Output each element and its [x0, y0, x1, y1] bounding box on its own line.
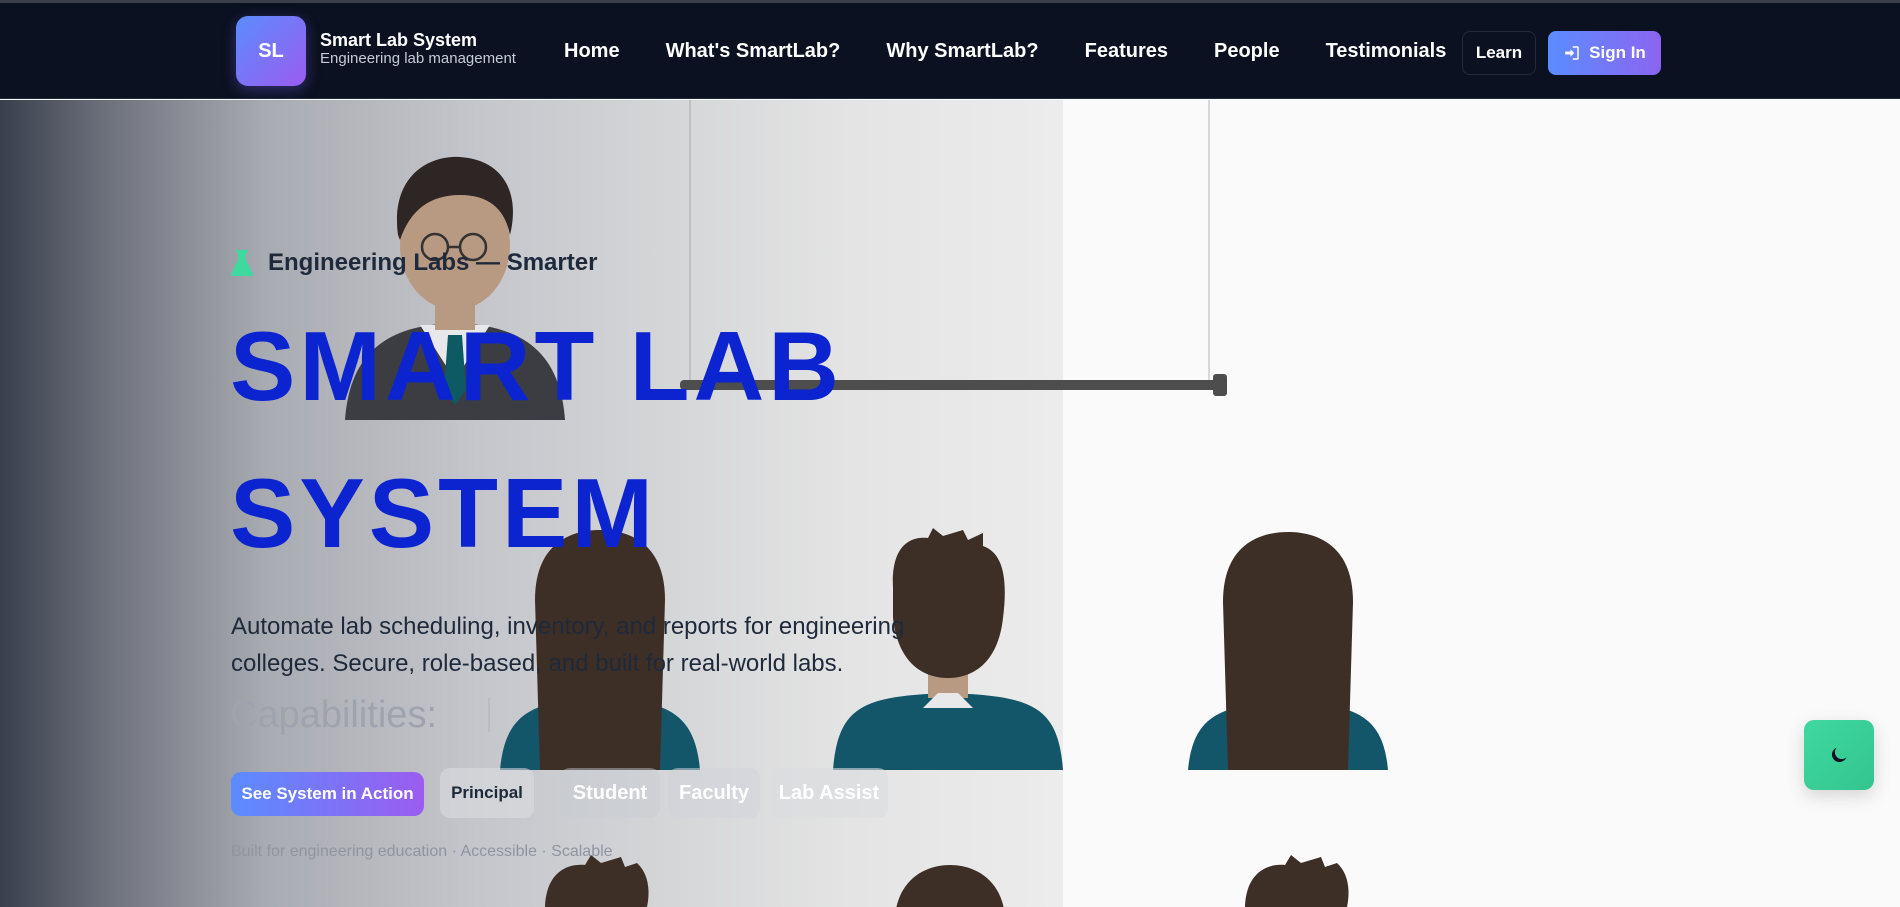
nav-link-testimonials[interactable]: Testimonials: [1326, 40, 1447, 63]
hero-title-line-2: SYSTEM: [230, 458, 657, 568]
learn-button[interactable]: Learn: [1462, 31, 1536, 75]
typing-caret: [488, 698, 490, 732]
classroom-board-rail-end: [1213, 374, 1227, 396]
role-pill-lab-assist[interactable]: Lab Assist: [770, 768, 888, 818]
flask-icon: [230, 250, 254, 276]
brand-logo[interactable]: SL: [236, 16, 306, 86]
hero-section: Engineering Labs — Smarter SMART LAB SYS…: [0, 100, 1900, 907]
hero-badge-text: Engineering Labs — Smarter: [268, 249, 598, 276]
classroom-line: [1208, 100, 1210, 390]
sign-in-icon: [1565, 46, 1579, 60]
nav-link-why-smartlab[interactable]: Why SmartLab?: [886, 40, 1038, 63]
nav-link-people[interactable]: People: [1214, 40, 1280, 63]
hero-description: Automate lab scheduling, inventory, and …: [231, 613, 905, 677]
nav-links: Home What's SmartLab? Why SmartLab? Feat…: [564, 40, 1492, 63]
brand-title: Smart Lab System: [320, 30, 478, 50]
role-pill-faculty[interactable]: Faculty: [668, 768, 760, 818]
role-pill-principal[interactable]: Principal: [440, 768, 534, 818]
student-illustration: [545, 855, 649, 907]
brand-subtitle: Engineering lab management: [320, 50, 516, 67]
student-illustration: [1245, 855, 1349, 907]
student-illustration: [1188, 532, 1388, 770]
role-pill-student[interactable]: Student: [560, 768, 660, 818]
nav-link-whats-smartlab[interactable]: What's SmartLab?: [666, 40, 841, 63]
theme-toggle-button[interactable]: [1804, 720, 1874, 790]
capabilities-label: Capabilities:: [230, 694, 437, 736]
nav-link-features[interactable]: Features: [1085, 40, 1168, 63]
hero-title-line-1: SMART LAB: [230, 311, 844, 421]
sign-in-button[interactable]: Sign In: [1548, 31, 1661, 75]
moon-icon: [1831, 747, 1847, 763]
student-illustration: [896, 865, 1004, 907]
hero-badge: Engineering Labs — Smarter: [230, 249, 597, 277]
see-system-button[interactable]: See System in Action: [231, 772, 424, 816]
nav-link-home[interactable]: Home: [564, 40, 620, 63]
top-navbar: SL Smart Lab System Engineering lab mana…: [0, 3, 1900, 99]
sign-in-label: Sign In: [1589, 43, 1646, 62]
hero-footnote: Built for engineering education · Access…: [231, 843, 613, 860]
hero-right-panel: [1063, 100, 1900, 907]
